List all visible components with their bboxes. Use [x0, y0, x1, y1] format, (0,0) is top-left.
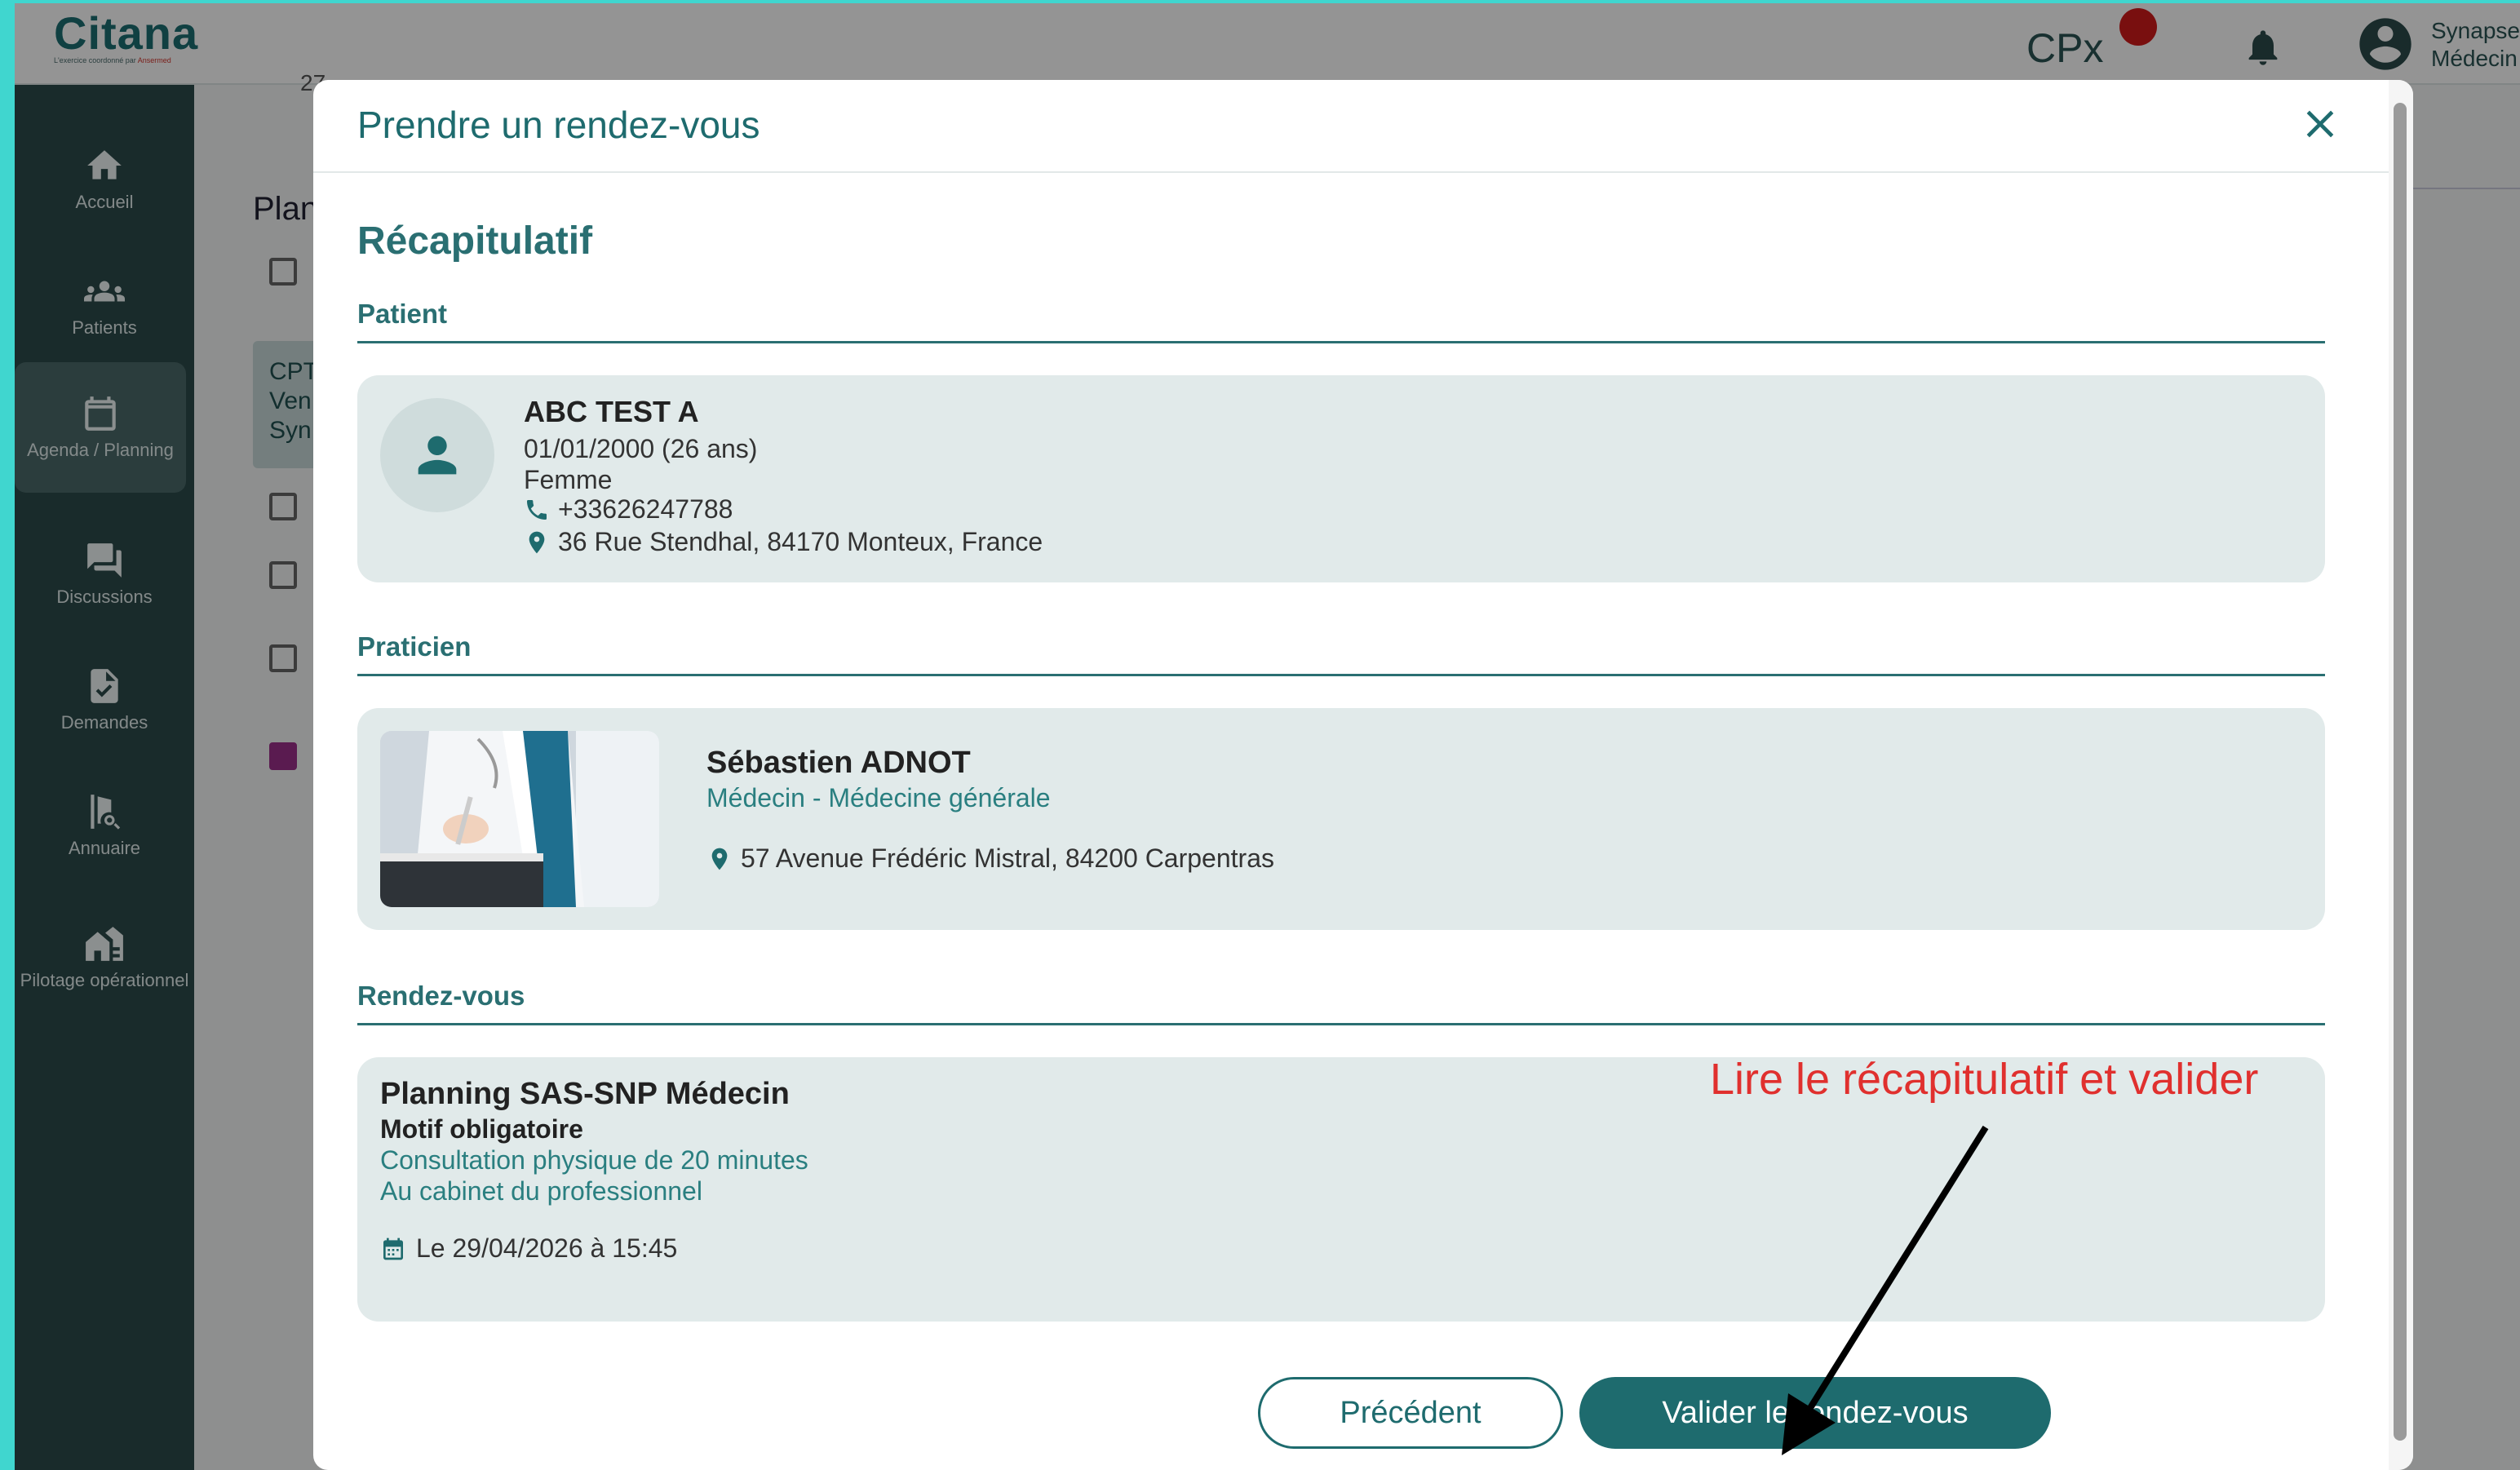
- practitioner-address-text: 57 Avenue Frédéric Mistral, 84200 Carpen…: [741, 843, 1274, 873]
- appointment-motif-label: Motif obligatoire: [380, 1114, 583, 1144]
- practitioner-address: 57 Avenue Frédéric Mistral, 84200 Carpen…: [706, 843, 1274, 874]
- patient-phone-text: +33626247788: [558, 494, 733, 524]
- appointment-datetime: Le 29/04/2026 à 15:45: [380, 1233, 677, 1264]
- patient-sex: Femme: [524, 465, 613, 494]
- close-icon[interactable]: [2297, 101, 2343, 147]
- scrollbar-thumb[interactable]: [2394, 103, 2407, 1441]
- modal-title: Prendre un rendez-vous: [357, 104, 760, 146]
- appointment-planning: Planning SAS-SNP Médecin: [380, 1077, 790, 1111]
- practitioner-label: Praticien: [357, 631, 472, 662]
- appointment-modal: Prendre un rendez-vous Récapitulatif Pat…: [313, 80, 2413, 1470]
- location-pin-icon: [711, 848, 728, 870]
- patient-card: ABC TEST A 01/01/2000 (26 ans) Femme +33…: [357, 375, 2325, 582]
- patient-address-text: 36 Rue Stendhal, 84170 Monteux, France: [558, 527, 1043, 556]
- annotation-arrow-icon: [1782, 1125, 1989, 1455]
- patient-label: Patient: [357, 299, 448, 329]
- appointment-location: Au cabinet du professionnel: [380, 1176, 702, 1206]
- previous-button[interactable]: Précédent: [1258, 1377, 1563, 1449]
- patient-birthdate: 01/01/2000 (26 ans): [524, 434, 758, 463]
- practitioner-specialty: Médecin - Médecine générale: [706, 783, 1051, 812]
- app-window: Citana L'exercice coordonné par Ansermed…: [15, 3, 2520, 1470]
- patient-avatar: [380, 398, 494, 512]
- doctor-photo-illustration: [380, 731, 659, 907]
- section-heading: Récapitulatif: [357, 219, 593, 263]
- practitioner-card: Sébastien ADNOT Médecin - Médecine génér…: [357, 708, 2325, 930]
- patient-phone: +33626247788: [524, 494, 733, 525]
- calendar-icon: [383, 1238, 403, 1260]
- patient-name: ABC TEST A: [524, 395, 699, 428]
- practitioner-photo: [380, 731, 659, 907]
- modal-header: Prendre un rendez-vous: [313, 80, 2402, 173]
- phone-icon: [527, 499, 547, 520]
- appointment-datetime-text: Le 29/04/2026 à 15:45: [416, 1233, 678, 1263]
- patient-address: 36 Rue Stendhal, 84170 Monteux, France: [524, 527, 1043, 557]
- practitioner-divider: [357, 674, 2325, 676]
- appointment-divider: [357, 1023, 2325, 1025]
- practitioner-name: Sébastien ADNOT: [706, 746, 971, 780]
- annotation-text: Lire le récapitulatif et valider: [1710, 1055, 2259, 1104]
- appointment-consultation: Consultation physique de 20 minutes: [380, 1145, 808, 1175]
- appointment-label: Rendez-vous: [357, 981, 525, 1011]
- person-icon: [418, 436, 457, 475]
- patient-divider: [357, 341, 2325, 343]
- location-pin-icon: [529, 531, 545, 553]
